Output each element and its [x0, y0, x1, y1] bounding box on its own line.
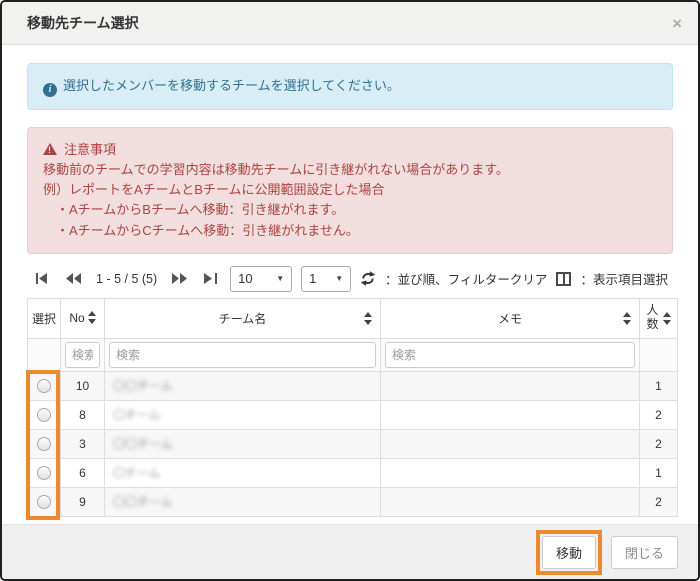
no-cell: 9: [61, 487, 105, 516]
team-radio[interactable]: [37, 437, 51, 451]
warning-alert-title: 注意事項: [64, 142, 116, 157]
team-filter-input[interactable]: [109, 342, 376, 368]
team-select-modal: 移動先チーム選択 × i 選択したメンバーを移動するチームを選択してください。 !…: [0, 0, 700, 581]
team-radio[interactable]: [37, 408, 51, 422]
last-page-button[interactable]: [200, 271, 221, 286]
team-name-blurred: 〇〇チーム: [113, 495, 173, 509]
sort-icon: [364, 312, 372, 325]
page-number-value: 1: [309, 271, 316, 286]
sort-icon: [88, 311, 96, 324]
refresh-icon: [360, 271, 376, 286]
count-cell: 1: [640, 371, 678, 400]
warning-alert-line: 例）レポートをAチームとBチームに公開範囲設定した場合: [43, 180, 657, 200]
team-name-blurred: 〇チーム: [113, 466, 161, 480]
column-select-label: ：表示項目選択: [580, 269, 668, 288]
memo-cell: [381, 371, 640, 400]
column-header-memo[interactable]: メモ: [381, 298, 640, 338]
memo-cell: [381, 400, 640, 429]
warning-alert-line: ・AチームからBチームへ移動：引き継がれます。: [43, 200, 657, 220]
no-cell: 10: [61, 371, 105, 400]
first-page-icon: [36, 273, 49, 284]
prev-page-button[interactable]: [62, 271, 85, 286]
last-page-icon: [204, 273, 217, 284]
team-name-blurred: 〇〇チーム: [113, 379, 173, 393]
column-select-button[interactable]: [556, 272, 571, 286]
sort-icon: [663, 312, 671, 325]
pagination-bar: 1 - 5 / 5 (5) 10 ▼ 1 ▼: [27, 266, 673, 292]
move-button[interactable]: 移動: [542, 536, 596, 569]
warning-alert: ! 注意事項 移動前のチームでの学習内容は移動先チームに引き継がれない場合がありま…: [27, 127, 673, 254]
next-page-icon: [172, 273, 187, 284]
team-radio[interactable]: [37, 495, 51, 509]
memo-cell: [381, 487, 640, 516]
filter-cell-team: [105, 338, 381, 371]
modal-footer: 移動 閉じる: [2, 524, 698, 579]
no-cell: 3: [61, 429, 105, 458]
table-filter-row: [28, 338, 678, 371]
filter-cell-count: [640, 338, 678, 371]
table-row: 8 〇チーム 2: [28, 400, 678, 429]
count-cell: 2: [640, 487, 678, 516]
team-table-wrapper: 選択 No チーム名 メモ 人数: [27, 298, 677, 517]
table-header-row: 選択 No チーム名 メモ 人数: [28, 298, 678, 338]
columns-icon: [556, 272, 571, 286]
column-header-count[interactable]: 人数: [640, 298, 678, 338]
column-header-select: 選択: [28, 298, 61, 338]
memo-cell: [381, 458, 640, 487]
warning-triangle-icon: !: [43, 143, 57, 155]
no-cell: 6: [61, 458, 105, 487]
close-icon[interactable]: ×: [672, 15, 682, 32]
chevron-down-icon: ▼: [335, 274, 343, 283]
table-row: 3 〇〇チーム 2: [28, 429, 678, 458]
warning-alert-line: 移動前のチームでの学習内容は移動先チームに引き継がれない場合があります。: [43, 160, 657, 180]
column-header-team[interactable]: チーム名: [105, 298, 381, 338]
close-button[interactable]: 閉じる: [611, 536, 678, 569]
sort-filter-clear-button[interactable]: [360, 271, 376, 286]
page-range-text: 1 - 5 / 5 (5): [96, 272, 157, 286]
modal-header: 移動先チーム選択 ×: [2, 2, 698, 45]
sort-filter-clear-label: ：並び順、フィルタークリア: [385, 269, 547, 288]
team-table: 選択 No チーム名 メモ 人数: [27, 298, 678, 517]
team-name-blurred: 〇チーム: [113, 408, 161, 422]
info-alert-text: 選択したメンバーを移動するチームを選択してください。: [63, 78, 400, 93]
column-header-no[interactable]: No: [61, 298, 105, 338]
team-radio[interactable]: [37, 379, 51, 393]
first-page-button[interactable]: [32, 271, 53, 286]
modal-body: i 選択したメンバーを移動するチームを選択してください。 ! 注意事項 移動前のチー…: [2, 45, 698, 524]
move-button-annotation-box: 移動: [536, 530, 602, 575]
filter-cell-memo: [381, 338, 640, 371]
filter-cell-no: [61, 338, 105, 371]
warning-alert-title-row: ! 注意事項: [43, 140, 657, 160]
memo-filter-input[interactable]: [385, 342, 635, 368]
no-filter-input[interactable]: [65, 342, 100, 368]
info-circle-icon: i: [43, 83, 57, 97]
count-cell: 2: [640, 429, 678, 458]
page-number-select[interactable]: 1 ▼: [301, 266, 351, 292]
warning-alert-line: ・AチームからCチームへ移動：引き継がれません。: [43, 221, 657, 241]
no-cell: 8: [61, 400, 105, 429]
team-radio[interactable]: [37, 466, 51, 480]
count-cell: 2: [640, 400, 678, 429]
table-row: 6 〇チーム 1: [28, 458, 678, 487]
info-alert: i 選択したメンバーを移動するチームを選択してください。: [27, 63, 673, 110]
prev-page-icon: [66, 273, 81, 284]
page-size-select[interactable]: 10 ▼: [230, 266, 292, 292]
table-row: 10 〇〇チーム 1: [28, 371, 678, 400]
modal-title: 移動先チーム選択: [27, 13, 139, 33]
page-size-value: 10: [238, 271, 252, 286]
sort-icon: [623, 312, 631, 325]
count-cell: 1: [640, 458, 678, 487]
chevron-down-icon: ▼: [276, 274, 284, 283]
next-page-button[interactable]: [168, 271, 191, 286]
team-name-blurred: 〇〇チーム: [113, 437, 173, 451]
memo-cell: [381, 429, 640, 458]
table-row: 9 〇〇チーム 2: [28, 487, 678, 516]
filter-cell-select: [28, 338, 61, 371]
